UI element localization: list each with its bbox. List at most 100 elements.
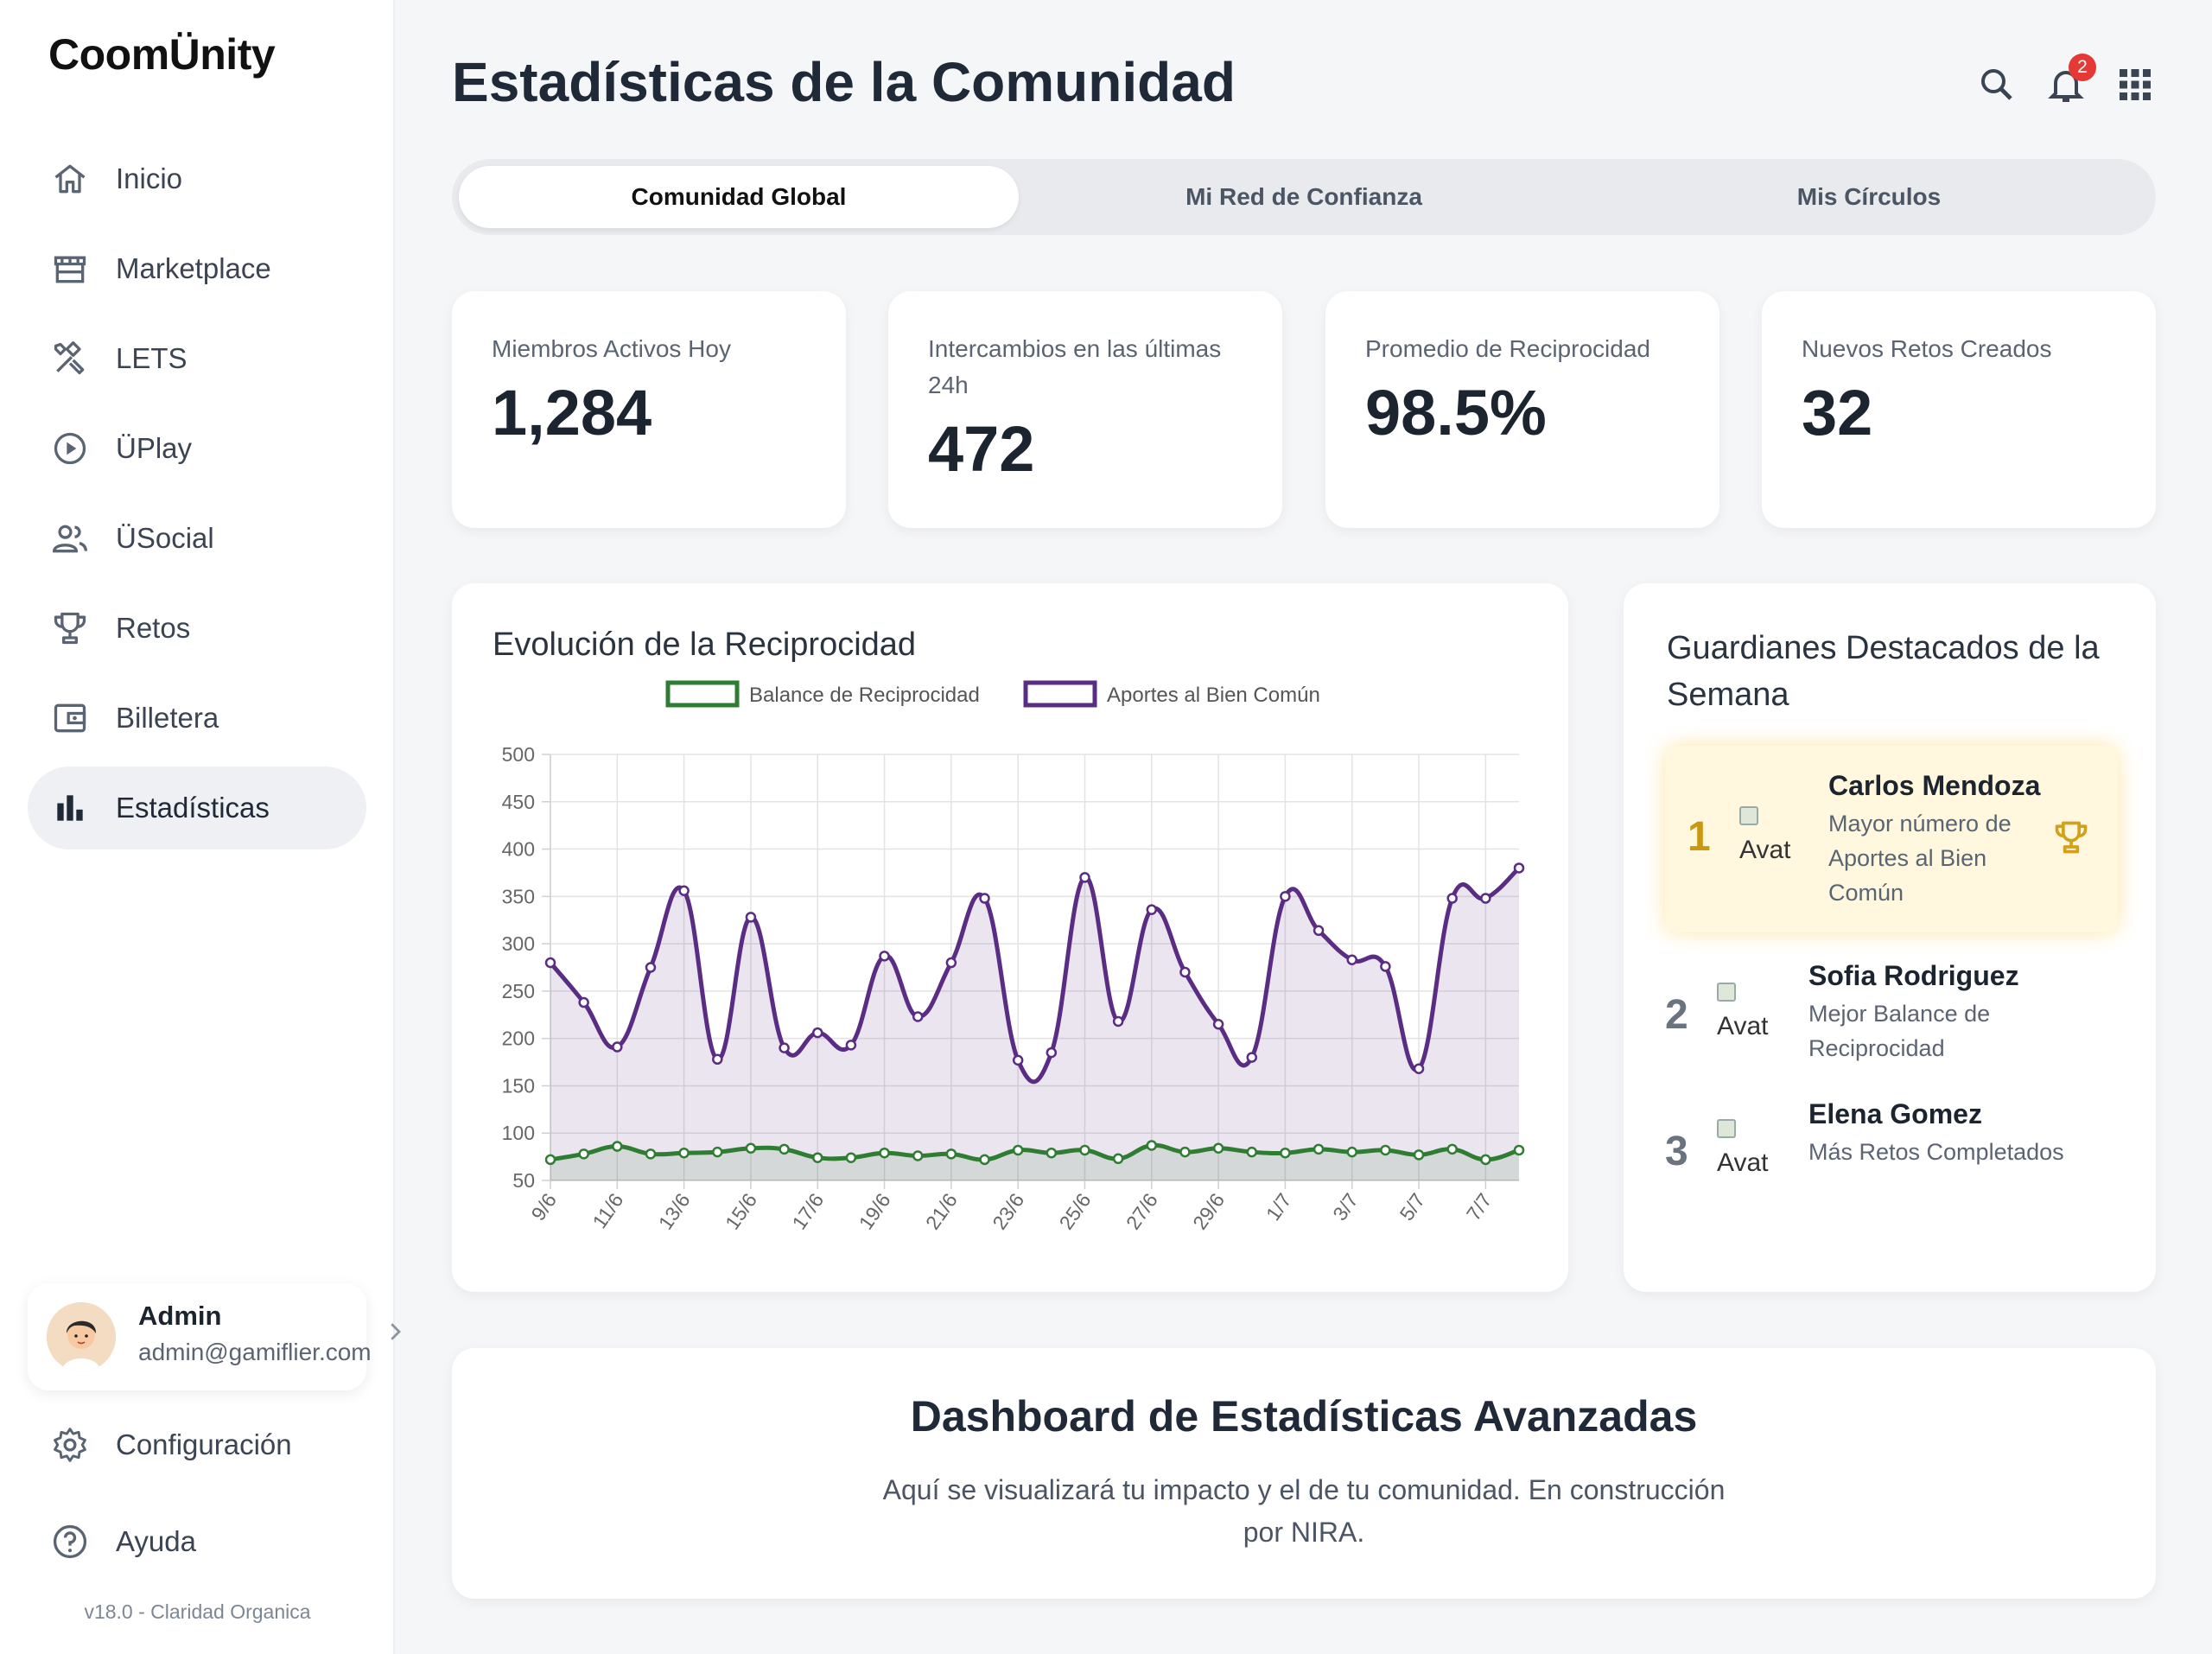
sidebar-item-label: Retos: [116, 612, 191, 644]
stat-value: 98.5%: [1365, 377, 1547, 448]
legend-swatch-2: [1023, 680, 1097, 708]
sidebar-item-inicio[interactable]: Inicio: [28, 137, 366, 220]
data-point: [1079, 1144, 1090, 1156]
data-point: [1246, 1052, 1258, 1063]
sidebar-item-lets[interactable]: LETS: [28, 317, 366, 400]
guardian-name: Carlos Mendoza: [1828, 770, 2041, 801]
y-tick-label: 350: [502, 885, 535, 907]
tab-mi-red-de-confianza[interactable]: Mi Red de Confianza: [1024, 166, 1584, 228]
guardian-description: Más Retos Completados: [1808, 1139, 2064, 1165]
data-point: [979, 1154, 990, 1166]
sidebar-item-retos[interactable]: Retos: [28, 587, 366, 670]
data-point: [1513, 862, 1525, 874]
avatar: Avatar: [1717, 1119, 1769, 1176]
sidebar-item-ayuda[interactable]: Ayuda: [28, 1500, 366, 1583]
guardian-item[interactable]: 2 Avatar Sofia Rodriguez Mejor Balance d…: [1665, 960, 2118, 1081]
sidebar-item-marketplace[interactable]: Marketplace: [28, 227, 366, 310]
sidebar-item-label: ÜSocial: [116, 522, 214, 554]
avatar: Avatar: [1717, 983, 1769, 1040]
trophy-icon: [50, 608, 90, 648]
data-point: [1046, 1046, 1058, 1059]
data-point: [712, 1146, 723, 1158]
x-tick-label: 3/7: [1328, 1189, 1363, 1225]
sidebar: CoomÜnity Inicio Marketplace LETS ÜPlay …: [0, 0, 401, 1654]
help-label: Ayuda: [116, 1525, 196, 1557]
data-point: [811, 1027, 823, 1039]
data-point: [845, 1152, 857, 1163]
y-tick-label: 300: [502, 932, 535, 955]
guardian-description: Mayor número de Aportes al Bien Común: [1828, 811, 2012, 906]
data-point: [678, 1147, 690, 1159]
x-tick-label: 5/7: [1395, 1189, 1429, 1225]
data-point: [979, 893, 990, 904]
x-tick-label: 7/7: [1462, 1189, 1497, 1225]
guardian-rank: 2: [1665, 992, 1688, 1038]
tab-mis-circulos[interactable]: Mis Círculos: [1589, 166, 2149, 228]
data-point: [1179, 966, 1191, 978]
sidebar-item-label: Billetera: [116, 702, 219, 734]
store-icon: [50, 249, 90, 289]
series-area-2: [550, 868, 1519, 1180]
y-tick-label: 250: [502, 980, 535, 1002]
sidebar-item-label: Marketplace: [116, 252, 271, 284]
home-icon: [50, 159, 90, 199]
data-point: [745, 1142, 757, 1155]
app-logo[interactable]: CoomÜnity: [48, 29, 276, 80]
data-point: [779, 1042, 790, 1053]
data-point: [544, 1154, 556, 1166]
data-point: [1280, 1147, 1291, 1159]
sidebar-item-estadisticas[interactable]: Estadísticas: [28, 767, 366, 849]
data-point: [612, 1041, 623, 1053]
sidebar-item-label: LETS: [116, 342, 188, 374]
data-point: [1246, 1146, 1258, 1158]
dashboard-text: Aquí se visualizará tu impacto y el de t…: [882, 1474, 1726, 1548]
data-point: [645, 1148, 657, 1160]
guardian-item[interactable]: 3 Avatar Elena Gomez Más Retos Completad…: [1665, 1098, 2118, 1185]
data-point: [1112, 1153, 1124, 1165]
sidebar-item-label: ÜPlay: [116, 432, 193, 464]
data-point: [578, 1148, 589, 1160]
guardian-item[interactable]: 1 Avatar Carlos Mendoza Mayor número de …: [1665, 746, 2118, 932]
trophy-icon: [2055, 821, 2088, 854]
wallet-icon: [50, 698, 90, 738]
data-point: [1012, 1144, 1024, 1156]
page-title: Estadísticas de la Comunidad: [452, 51, 1236, 113]
tools-icon: [50, 339, 90, 379]
data-point: [1446, 1143, 1458, 1155]
data-point: [1146, 1140, 1158, 1151]
guardians-card: Guardianes Destacados de la Semana 1 Ava…: [1624, 583, 2156, 1292]
data-point: [1413, 1149, 1425, 1161]
avatar: Avatar: [1739, 806, 1791, 863]
sidebar-item-label: Inicio: [116, 162, 183, 194]
apps-grid-icon[interactable]: [2114, 64, 2156, 105]
x-tick-label: 11/6: [588, 1189, 627, 1232]
x-tick-label: 25/6: [1055, 1189, 1096, 1234]
sidebar-item-configuracion[interactable]: Configuración: [28, 1403, 366, 1486]
search-icon[interactable]: [1976, 64, 2018, 105]
stat-value: 472: [928, 413, 1035, 485]
user-name: Admin: [138, 1301, 222, 1331]
data-point: [544, 957, 556, 969]
guardian-name: Elena Gomez: [1808, 1098, 1982, 1129]
play-circle-icon: [50, 429, 90, 468]
stat-card-miembros: Miembros Activos Hoy 1,284: [452, 291, 846, 528]
tab-comunidad-global[interactable]: Comunidad Global: [459, 166, 1019, 228]
sidebar-item-billetera[interactable]: Billetera: [28, 677, 366, 760]
legend-label-2: Aportes al Bien Común: [1107, 684, 1320, 707]
guardian-rank: 3: [1665, 1129, 1688, 1174]
sidebar-item-usocial[interactable]: ÜSocial: [28, 497, 366, 580]
stat-card-retos: Nuevos Retos Creados 32: [1762, 291, 2156, 528]
y-tick-label: 100: [502, 1122, 535, 1144]
stat-card-reciprocidad: Promedio de Reciprocidad 98.5%: [1325, 291, 1719, 528]
data-point: [1012, 1054, 1024, 1066]
x-tick-label: 13/6: [654, 1189, 695, 1234]
chevron-right-icon[interactable]: [382, 1319, 408, 1345]
stat-label: Intercambios en las últimas 24h: [928, 335, 1222, 398]
data-point: [1480, 1154, 1491, 1166]
sidebar-item-uplay[interactable]: ÜPlay: [28, 407, 366, 490]
y-tick-label: 450: [502, 791, 535, 813]
guardian-description: Mejor Balance de Reciprocidad: [1808, 1001, 1991, 1061]
notification-badge: 2: [2069, 54, 2096, 81]
stat-label: Miembros Activos Hoy: [492, 335, 731, 362]
user-profile-card[interactable]: Admin admin@gamiflier.com: [28, 1283, 372, 1390]
